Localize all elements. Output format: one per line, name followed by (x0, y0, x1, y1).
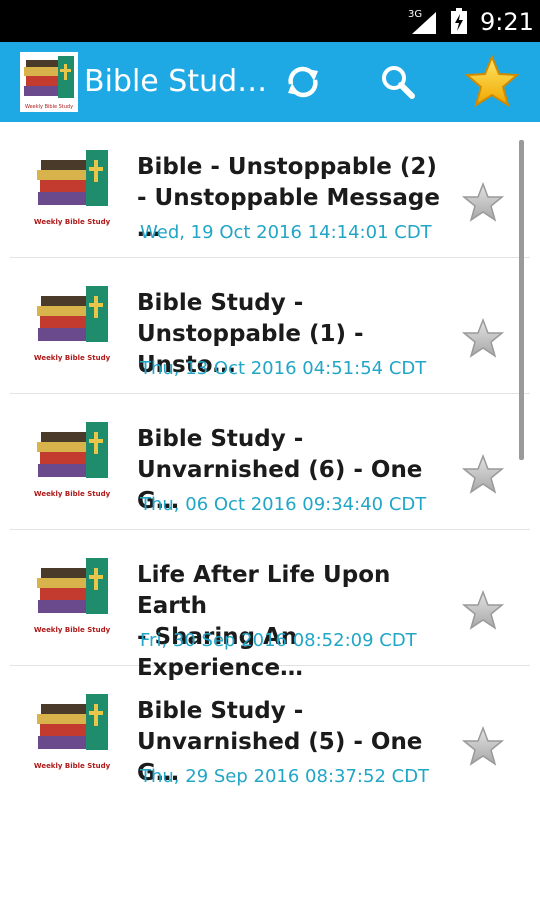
signal-icon (412, 12, 436, 34)
refresh-icon (288, 66, 318, 98)
list-item[interactable]: Weekly Bible Study Bible - Unstoppable (… (10, 122, 530, 258)
svg-text:Weekly Bible Study: Weekly Bible Study (34, 218, 111, 226)
favorite-star-icon[interactable] (462, 454, 504, 494)
search-icon (382, 66, 415, 99)
svg-text:Weekly Bible Study: Weekly Bible Study (34, 490, 111, 498)
bible-books-thumbnail: Weekly Bible Study (34, 286, 111, 362)
item-date: Thu, 06 Oct 2016 09:34:40 CDT (140, 494, 427, 515)
favorites-button[interactable] (462, 52, 522, 112)
item-date: Fri, 30 Sep 2016 08:52:09 CDT (140, 630, 417, 651)
item-date: Thu, 29 Sep 2016 08:37:52 CDT (140, 766, 430, 787)
app-logo[interactable]: Weekly Bible Study (20, 52, 78, 112)
svg-text:Weekly Bible Study: Weekly Bible Study (25, 104, 73, 110)
bible-books-thumbnail: Weekly Bible Study (34, 150, 111, 226)
bible-books-thumbnail: Weekly Bible Study (34, 694, 111, 770)
clock: 9:21 (480, 8, 534, 36)
search-button[interactable] (368, 52, 428, 112)
svg-text:Weekly Bible Study: Weekly Bible Study (34, 354, 111, 362)
battery-icon (451, 8, 467, 34)
scrollbar[interactable] (519, 140, 524, 460)
status-bar: 3G 9:21 (0, 0, 540, 42)
posts-list: Weekly Bible Study Bible - Unstoppable (… (0, 122, 540, 801)
app-title: Bible Stud… (84, 64, 268, 99)
bible-books-thumbnail: Weekly Bible Study (34, 422, 111, 498)
bible-books-thumbnail: Weekly Bible Study (34, 558, 111, 634)
item-date: Wed, 19 Oct 2016 14:14:01 CDT (140, 222, 432, 243)
favorite-star-icon[interactable] (462, 182, 504, 222)
favorite-star-icon[interactable] (462, 726, 504, 766)
favorite-star-icon[interactable] (462, 318, 504, 358)
favorite-star-icon[interactable] (462, 590, 504, 630)
refresh-button[interactable] (273, 52, 333, 112)
bible-books-icon: Weekly Bible Study (24, 56, 74, 110)
list-item[interactable]: Weekly Bible Study Bible Study - Unvarni… (10, 394, 530, 530)
svg-text:Weekly Bible Study: Weekly Bible Study (34, 762, 111, 770)
list-item[interactable]: Weekly Bible Study Bible Study - Unvarni… (10, 666, 530, 801)
app-bar: Weekly Bible Study Bible Stud… (0, 42, 540, 122)
list-item[interactable]: Weekly Bible Study Bible Study - Unstopp… (10, 258, 530, 394)
star-icon (464, 55, 520, 108)
item-date: Thu, 13 Oct 2016 04:51:54 CDT (140, 358, 427, 379)
list-item[interactable]: Weekly Bible Study Life After Life Upon … (10, 530, 530, 681)
svg-text:Weekly Bible Study: Weekly Bible Study (34, 626, 111, 634)
